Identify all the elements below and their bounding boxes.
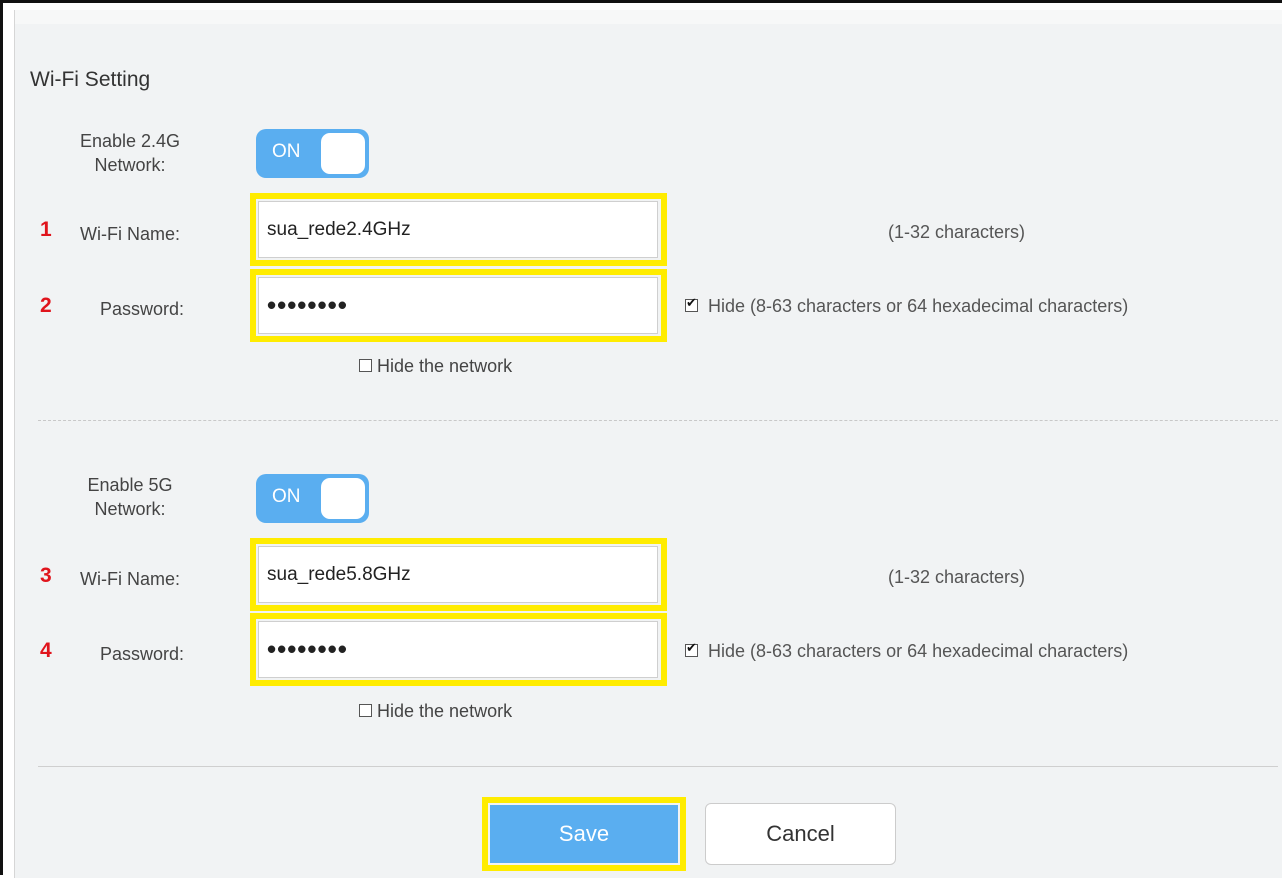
wifi-name-24g-label: Wi-Fi Name: [80,224,180,244]
password-24g-label: Password: [100,299,185,319]
top-strip [15,10,1282,24]
enable-5g-label: Enable 5G Network: [81,473,179,521]
hide-password-24g-checkbox[interactable] [685,295,698,312]
password-5g-value: •••••••• [267,634,348,664]
page-title: Wi-Fi Setting [30,68,151,91]
wifi-name-24g-input[interactable]: sua_rede2.4GHz [258,201,658,258]
toggle-24g[interactable]: ON [256,129,369,178]
wifi-name-24g-hint: (1-32 characters) [888,222,1026,242]
section-divider [38,420,1278,421]
wifi-name-5g-hint: (1-32 characters) [888,567,1026,587]
password-5g-input[interactable]: •••••••• [258,621,658,678]
hide-password-24g-label: Hide (8-63 characters or 64 hexadecimal … [708,296,1129,316]
enable-24g-label: Enable 2.4G Network: [76,129,184,177]
hide-network-5g-checkbox[interactable] [359,704,372,717]
step-number-3: 3 [40,564,52,587]
wifi-name-24g-value: sua_rede2.4GHz [267,218,411,240]
hide-password-5g-label: Hide (8-63 characters or 64 hexadecimal … [708,641,1129,661]
enable-24g-label-line2: Network: [94,155,166,175]
password-5g-label: Password: [100,644,185,664]
wifi-name-5g-value: sua_rede5.8GHz [267,563,411,585]
toggle-5g-knob [321,478,365,519]
enable-24g-label-line1: Enable 2.4G [79,131,181,151]
window-frame [0,0,1282,878]
hide-network-5g-label: Hide the network [377,701,513,721]
hide-password-5g-checkbox[interactable] [685,640,698,657]
wifi-name-5g-input[interactable]: sua_rede5.8GHz [258,546,658,603]
toggle-24g-text: ON [272,141,301,162]
toggle-5g[interactable]: ON [256,474,369,523]
wifi-name-5g-label: Wi-Fi Name: [80,569,180,589]
toggle-24g-knob [321,133,365,174]
step-number-1: 1 [40,218,52,241]
cancel-button[interactable]: Cancel [705,803,896,865]
hide-network-24g-checkbox[interactable] [359,359,372,372]
save-button[interactable]: Save [490,805,678,863]
footer-divider [38,766,1278,767]
step-number-2: 2 [40,294,52,317]
wifi-settings-panel [14,10,1282,878]
password-24g-value: •••••••• [267,290,348,320]
toggle-5g-text: ON [272,486,301,507]
hide-network-24g-label: Hide the network [377,356,513,376]
enable-5g-label-line2: Network: [94,499,166,519]
enable-5g-label-line1: Enable 5G [87,475,173,495]
step-number-4: 4 [40,639,52,662]
password-24g-input[interactable]: •••••••• [258,277,658,334]
